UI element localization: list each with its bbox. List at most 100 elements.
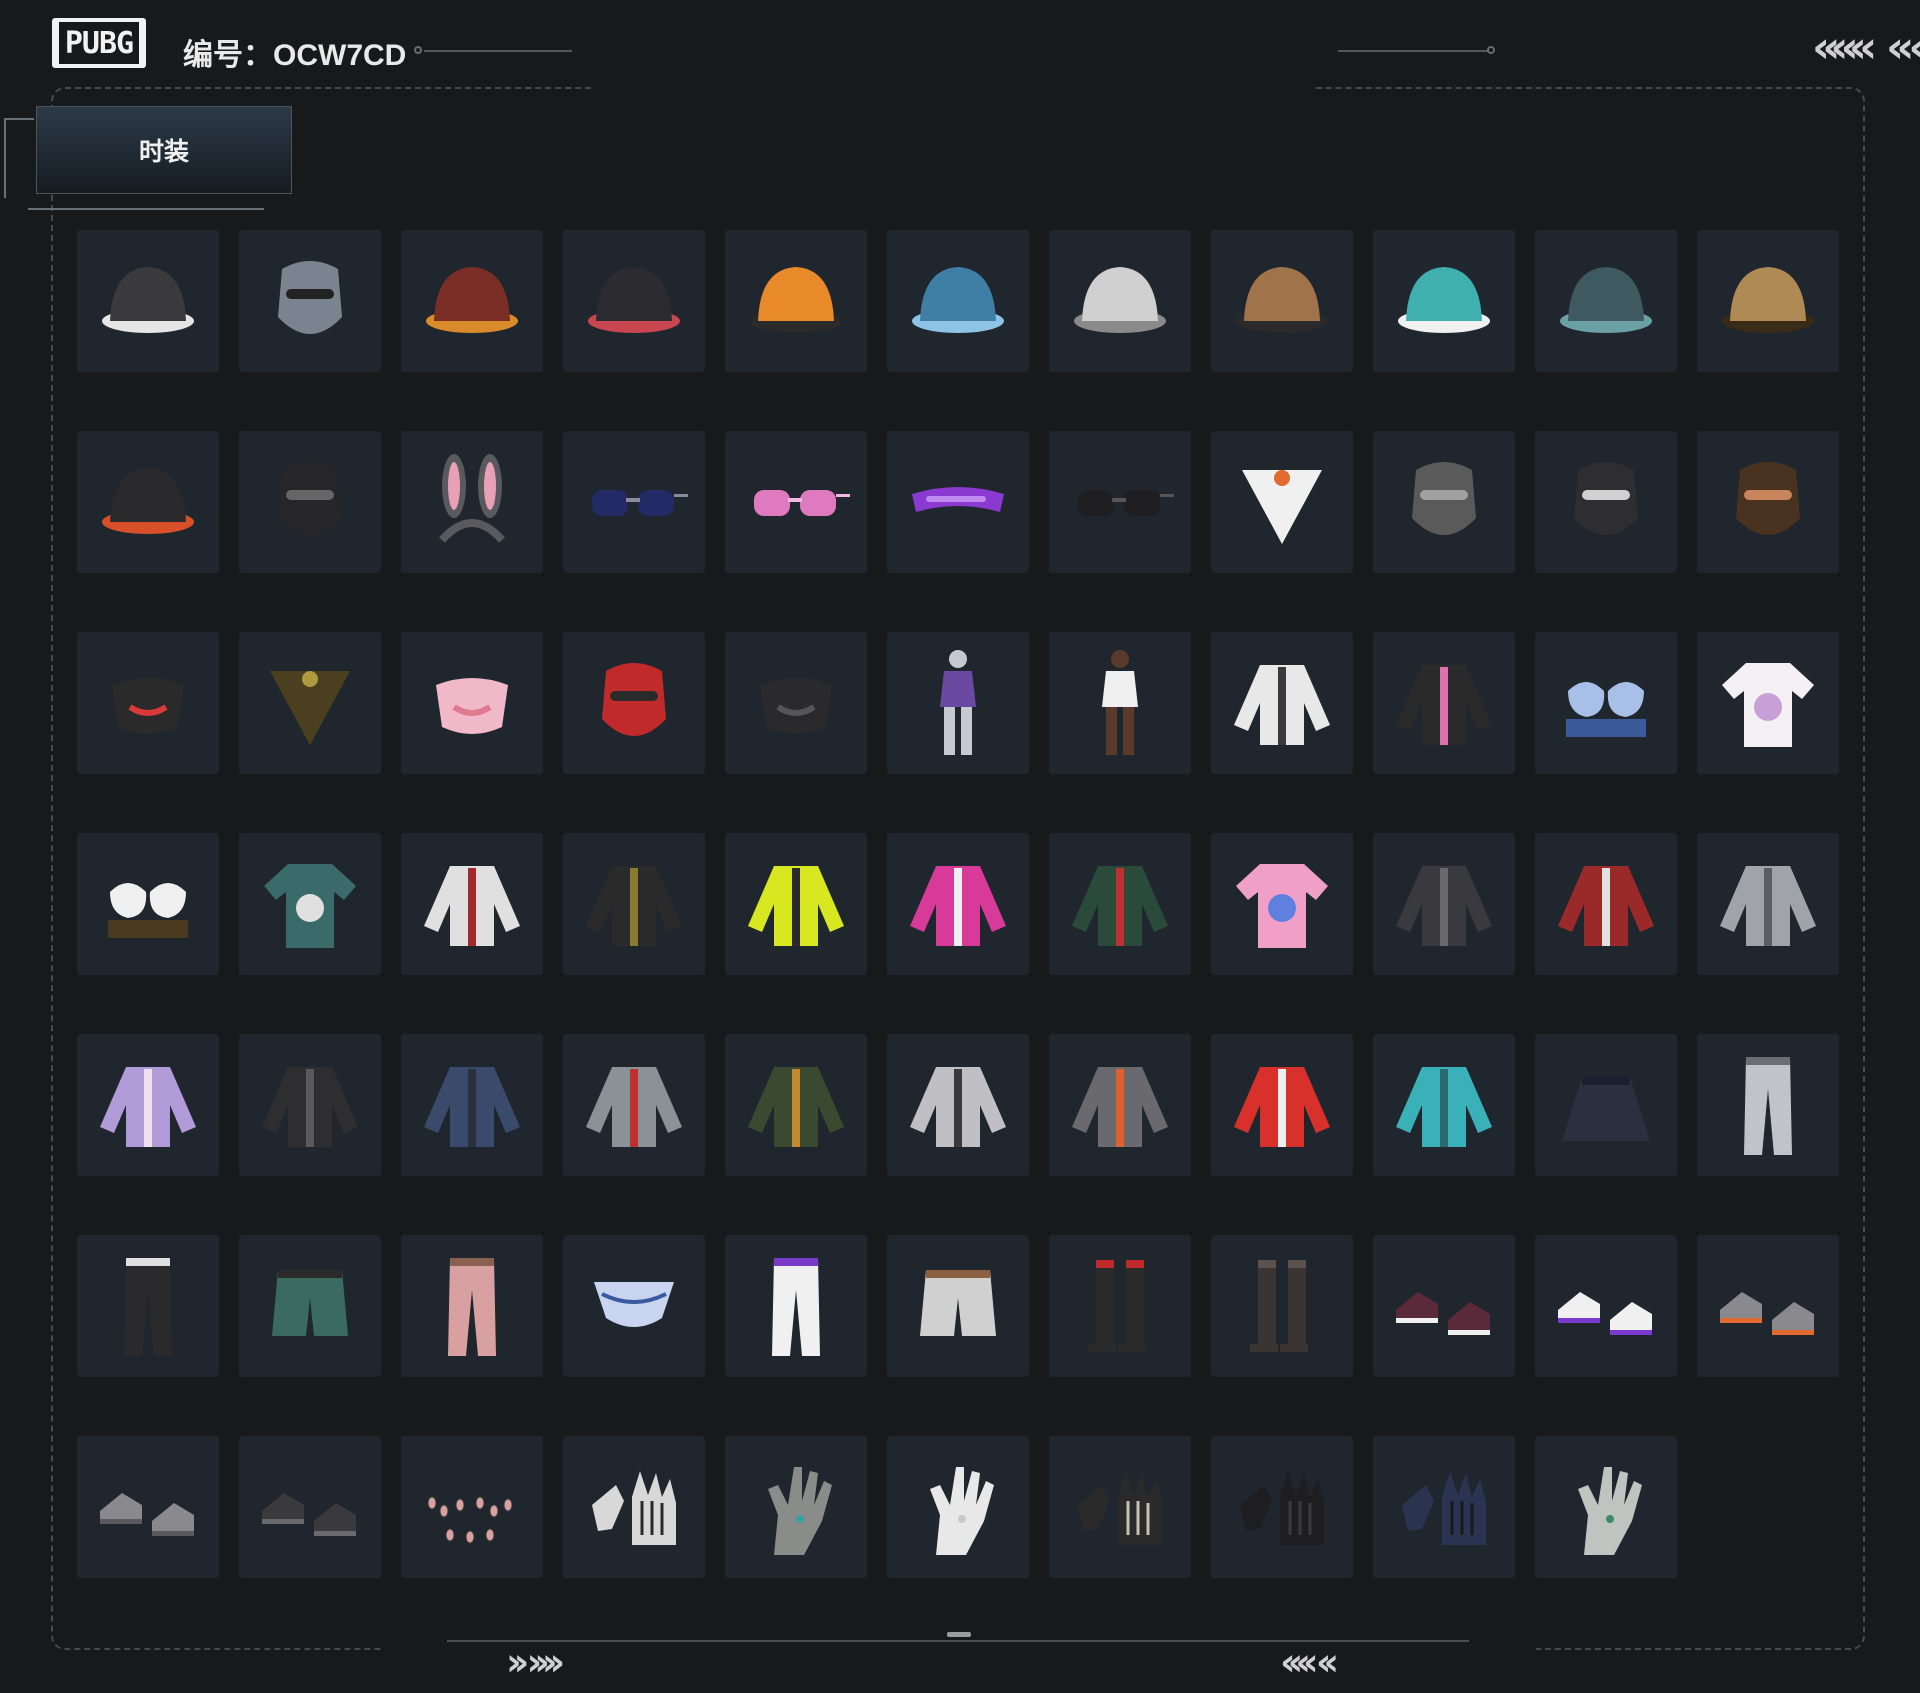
item-tile-white-cargo-shorts[interactable] <box>887 1235 1029 1377</box>
pink-round-glasses-icon <box>754 490 850 516</box>
scroll-thumb[interactable] <box>947 1632 971 1637</box>
item-tile-navy-sunglasses[interactable] <box>563 431 705 573</box>
item-tile-gray-orange-sneakers[interactable] <box>1697 1235 1839 1377</box>
item-tile-gray-socks[interactable] <box>77 1436 219 1578</box>
item-tile-graffiti-face-mask[interactable] <box>77 632 219 774</box>
item-tile-black-tactical-mask[interactable] <box>725 632 867 774</box>
item-tile-purple-leggings[interactable] <box>725 1235 867 1377</box>
black-cap-icon <box>102 468 194 534</box>
item-tile-leopard-bucket-hat[interactable] <box>1697 230 1839 372</box>
header-left-ring <box>414 46 422 54</box>
item-tile-bunny-ears[interactable] <box>401 431 543 573</box>
porcelain-briefs-icon <box>594 1282 674 1327</box>
teal-bucket-hat-icon <box>1560 267 1652 333</box>
item-tile-gray-orange-jacket[interactable] <box>1049 1034 1191 1176</box>
item-tile-snowman-bandana[interactable] <box>1211 431 1353 573</box>
item-tile-white-gloves[interactable] <box>887 1436 1029 1578</box>
item-tile-horned-visor[interactable] <box>239 431 381 573</box>
red-skull-mask-icon <box>602 663 666 736</box>
frame-gap-top <box>594 80 1314 96</box>
tab-deco-bottom <box>28 208 264 210</box>
header-right-ring <box>1487 46 1495 54</box>
item-tile-skeleton-tactical-gloves[interactable] <box>1049 1436 1191 1578</box>
header-right-line <box>1338 50 1488 52</box>
item-tile-porcelain-briefs[interactable] <box>563 1235 705 1377</box>
item-tile-pink-black-jacket[interactable] <box>1373 632 1515 774</box>
item-tile-chimp-mask[interactable] <box>1697 431 1839 573</box>
item-tile-teal-hooded-jacket[interactable] <box>1373 1034 1515 1176</box>
item-tile-floral-shirt[interactable] <box>239 833 381 975</box>
item-tile-teal-shorts[interactable] <box>239 1235 381 1377</box>
item-tile-navy-jacket[interactable] <box>401 1034 543 1176</box>
item-tile-red-blazer[interactable] <box>1535 833 1677 975</box>
neon-jersey-icon <box>748 866 844 946</box>
item-tile-dark-gray-shoes[interactable] <box>239 1436 381 1578</box>
item-tile-black-cap[interactable] <box>77 431 219 573</box>
item-tile-purple-cat-hoodie[interactable] <box>77 1034 219 1176</box>
item-tile-gray-camo-hoodie[interactable] <box>1697 833 1839 975</box>
item-tile-pink-round-glasses[interactable] <box>725 431 867 573</box>
item-tile-white-camo-pants[interactable] <box>1697 1034 1839 1176</box>
item-tile-teal-fluffy-hat[interactable] <box>1373 230 1515 372</box>
item-tile-pale-hand-rings[interactable] <box>1535 1436 1677 1578</box>
black-sport-glasses-icon <box>1078 490 1174 516</box>
item-tile-porcelain-bra-top[interactable] <box>1535 632 1677 774</box>
item-tile-gray-hand-ring[interactable] <box>725 1436 867 1578</box>
item-tile-orange-beanie[interactable] <box>725 230 867 372</box>
white-cargo-shorts-icon <box>920 1270 996 1336</box>
item-tile-pink-long-sleeve[interactable] <box>887 833 1029 975</box>
item-tile-purple-visor[interactable] <box>887 431 1029 573</box>
item-tile-white-purple-sneakers[interactable] <box>1535 1235 1677 1377</box>
item-tile-respirator-mask[interactable] <box>1535 431 1677 573</box>
item-tile-hooded-vest[interactable] <box>401 833 543 975</box>
item-tile-red-varsity-jacket[interactable] <box>1211 1034 1353 1176</box>
item-tile-pink-face-mask[interactable] <box>401 632 543 774</box>
item-tile-top-hat[interactable] <box>563 230 705 372</box>
item-tile-white-bucket-hat[interactable] <box>1049 230 1191 372</box>
gray-orange-jacket-icon <box>1072 1067 1168 1147</box>
item-tile-red-skull-mask[interactable] <box>563 632 705 774</box>
item-tile-pink-anime-tshirt[interactable] <box>1211 833 1353 975</box>
item-tile-dark-gray-coat[interactable] <box>1373 833 1515 975</box>
item-tile-white-bodysuit[interactable] <box>1049 632 1191 774</box>
item-tile-floral-dress[interactable] <box>1049 833 1191 975</box>
item-tile-camo-scarf[interactable] <box>239 632 381 774</box>
item-tile-olive-bomber[interactable] <box>725 1034 867 1176</box>
item-tile-tall-boots[interactable] <box>1211 1235 1353 1377</box>
chicken-hat-icon <box>426 267 518 333</box>
item-tile-navy-skirt[interactable] <box>1535 1034 1677 1176</box>
item-tile-cat-tshirt[interactable] <box>1697 632 1839 774</box>
item-tile-silver-jacket[interactable] <box>887 1034 1029 1176</box>
item-tile-neon-jersey[interactable] <box>725 833 867 975</box>
item-tile-purple-sneakers[interactable] <box>1373 1235 1515 1377</box>
item-tile-balaclava-goggles[interactable] <box>239 230 381 372</box>
item-tile-teal-bucket-hat[interactable] <box>1535 230 1677 372</box>
item-tile-navy-gloves[interactable] <box>1373 1436 1515 1578</box>
item-tile-black-leather-coat[interactable] <box>563 833 705 975</box>
item-tile-white-shirt-vest[interactable] <box>1211 632 1353 774</box>
item-tile-white-black-tights[interactable] <box>77 1235 219 1377</box>
item-tile-thigh-high-socks[interactable] <box>1049 1235 1191 1377</box>
item-tile-purple-outfit[interactable] <box>887 632 1029 774</box>
navy-sunglasses-icon <box>592 490 688 516</box>
white-gloves-icon <box>930 1467 994 1555</box>
dark-gray-shoes-icon <box>262 1493 356 1536</box>
item-tile-black-sport-glasses[interactable] <box>1049 431 1191 573</box>
item-tile-pink-pants[interactable] <box>401 1235 543 1377</box>
item-tile-harness-bra-top[interactable] <box>77 833 219 975</box>
item-tile-black-gloves[interactable] <box>1211 1436 1353 1578</box>
item-tile-nail-set[interactable] <box>401 1436 543 1578</box>
tab-fashion[interactable]: 时装 <box>36 106 292 194</box>
item-tile-skeleton-gloves[interactable] <box>563 1436 705 1578</box>
item-tile-blue-beret[interactable] <box>887 230 1029 372</box>
graffiti-face-mask-icon <box>112 678 184 734</box>
item-tile-aviator-cap-headset[interactable] <box>1211 230 1353 372</box>
olive-bomber-icon <box>748 1067 844 1147</box>
item-tile-penguin-beanie[interactable] <box>77 230 219 372</box>
item-tile-gray-track-jacket[interactable] <box>563 1034 705 1176</box>
balaclava-goggles-icon <box>278 261 342 334</box>
item-tile-chicken-hat[interactable] <box>401 230 543 372</box>
item-tile-black-tactical-hoodie[interactable] <box>239 1034 381 1176</box>
teal-shorts-icon <box>272 1270 348 1336</box>
item-tile-gas-mask[interactable] <box>1373 431 1515 573</box>
